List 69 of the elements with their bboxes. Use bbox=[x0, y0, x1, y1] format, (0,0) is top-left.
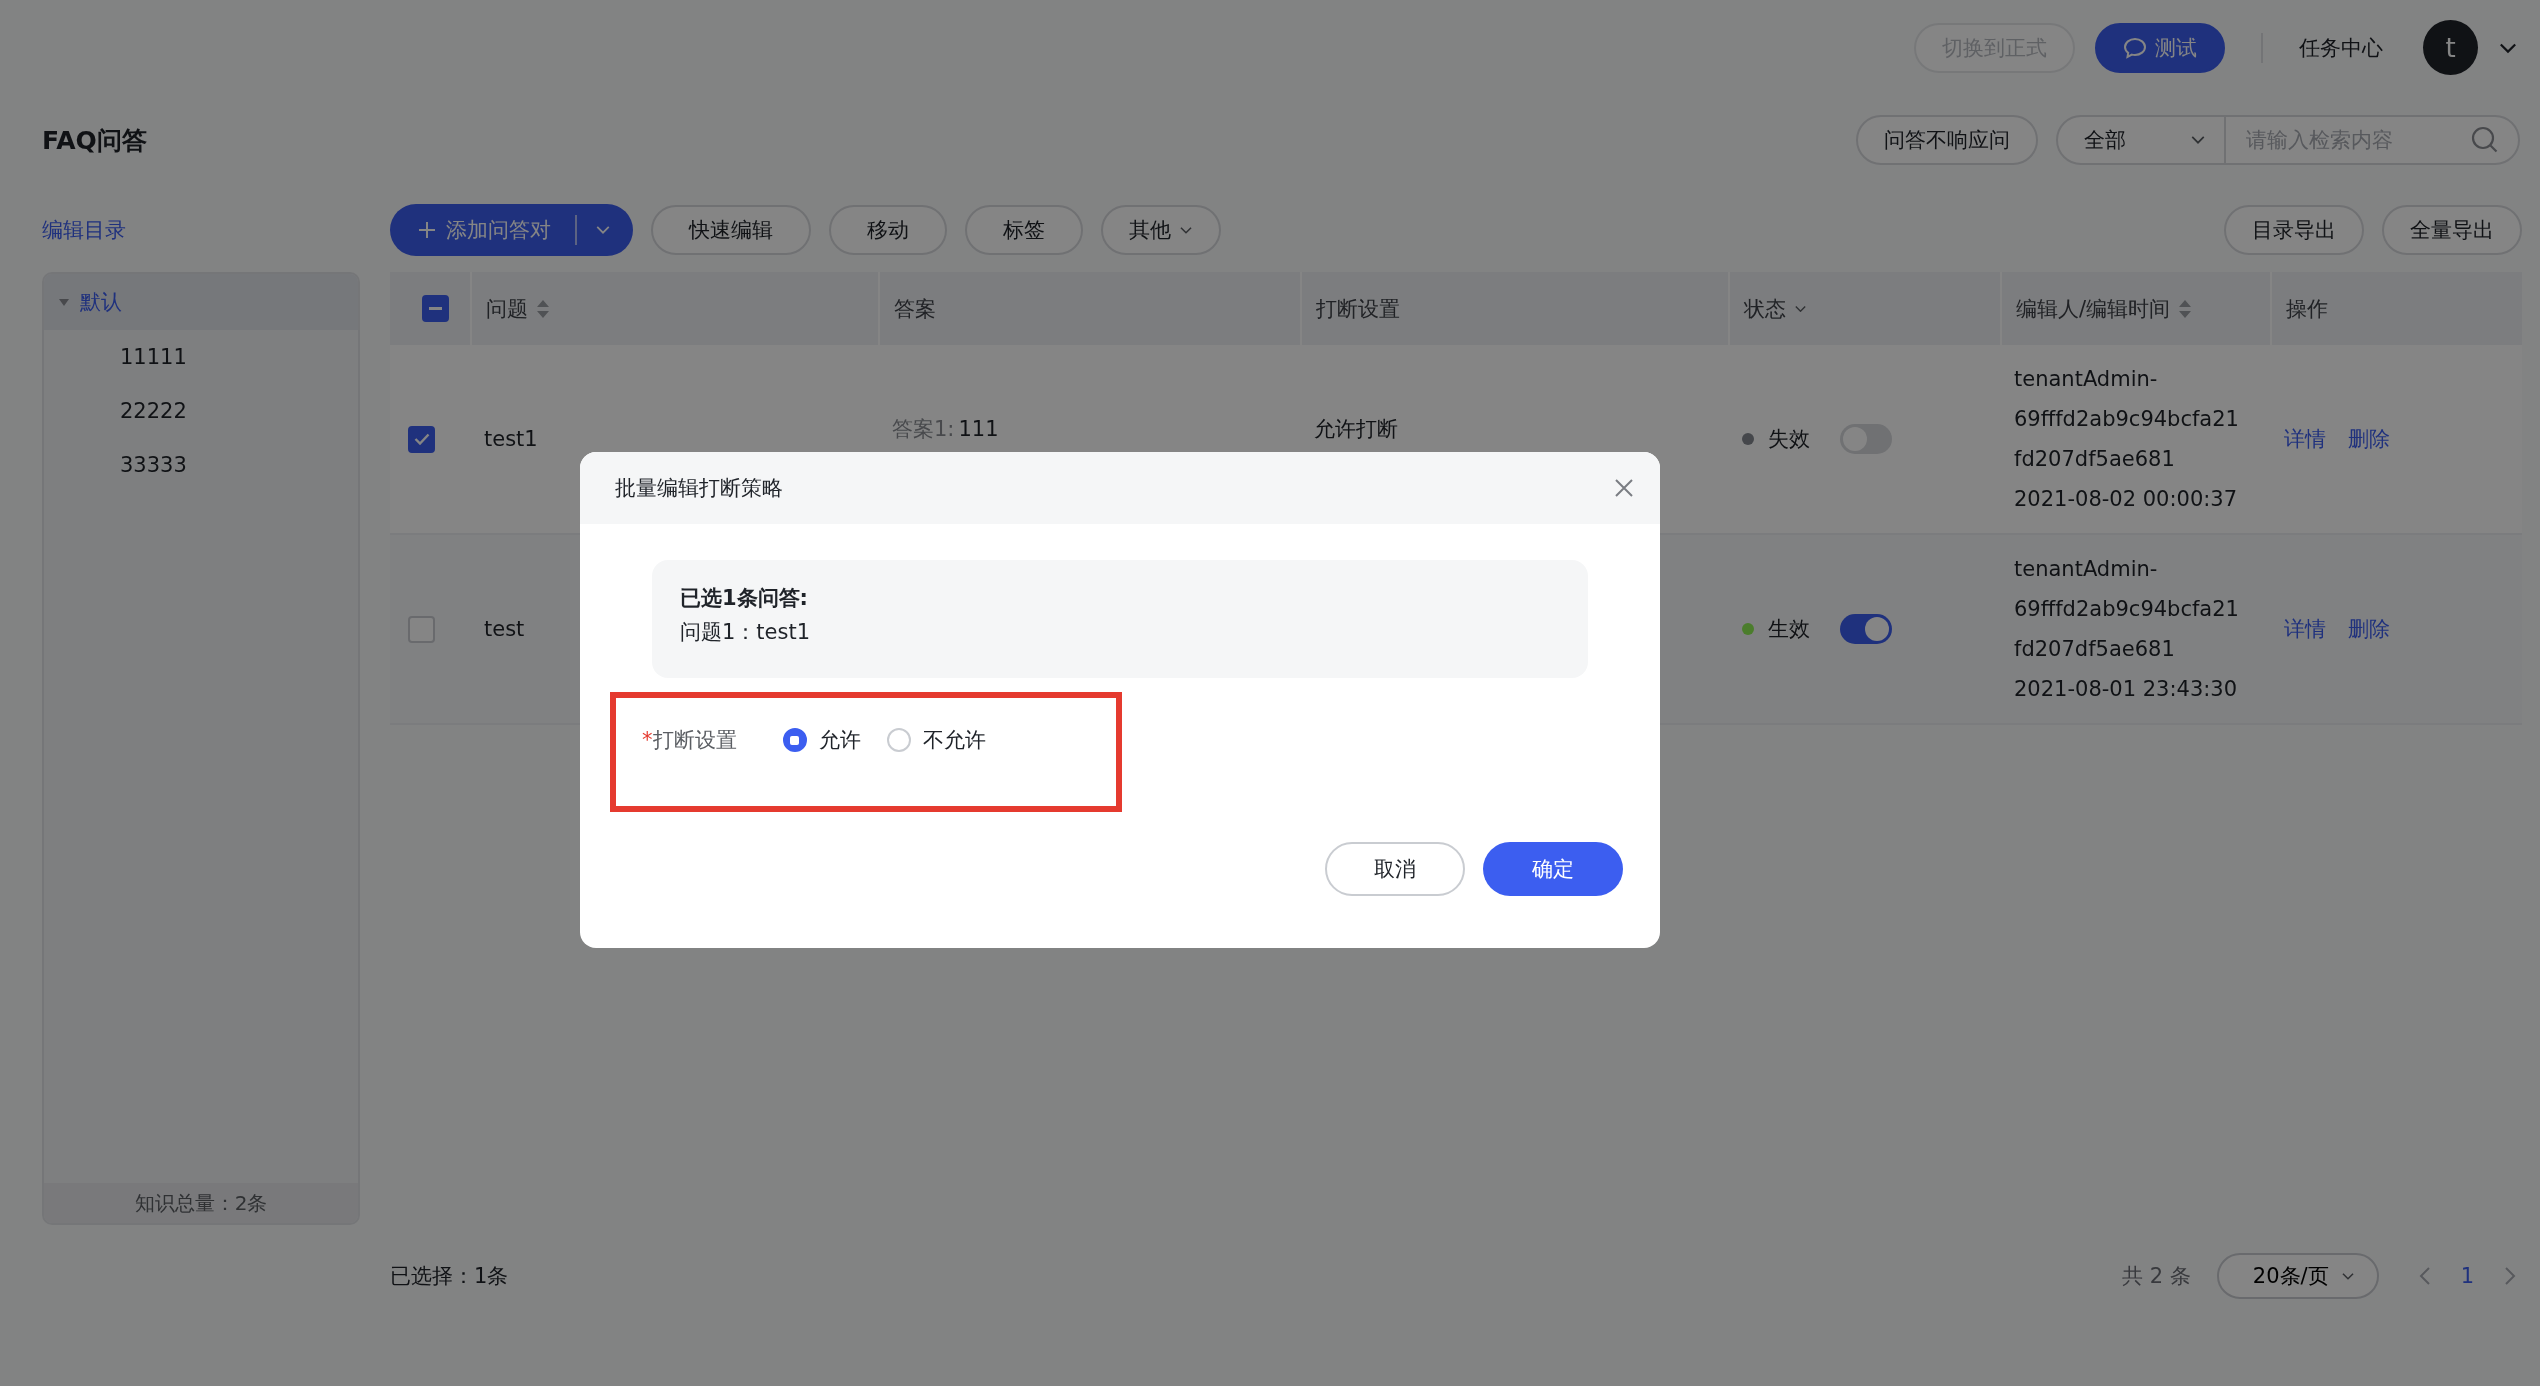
row-action-link[interactable]: 详情 bbox=[2284, 425, 2326, 453]
expand-caret-icon[interactable] bbox=[58, 296, 70, 308]
unresponsive-questions-button[interactable]: 问答不响应问 bbox=[1856, 115, 2038, 165]
page-size-select[interactable]: 20条/页 bbox=[2216, 1253, 2379, 1299]
tree-item[interactable]: 默认 bbox=[44, 274, 358, 330]
row-action-link[interactable]: 删除 bbox=[2348, 425, 2390, 453]
test-button[interactable]: 测试 bbox=[2095, 22, 2225, 73]
search-icon[interactable] bbox=[2470, 125, 2500, 155]
selected-count: 已选择：1条 bbox=[390, 1263, 509, 1290]
row-checkbox[interactable] bbox=[408, 425, 435, 453]
total-count: 共 2 条 bbox=[2122, 1263, 2191, 1290]
chevron-down-icon bbox=[1179, 225, 1193, 235]
sort-icon[interactable] bbox=[536, 298, 550, 319]
column-header: 操作 bbox=[2286, 295, 2328, 323]
close-icon[interactable] bbox=[1614, 478, 1634, 498]
row-action-link[interactable]: 删除 bbox=[2348, 615, 2390, 643]
status-toggle[interactable] bbox=[1840, 614, 1892, 644]
export-button[interactable]: 全量导出 bbox=[2382, 205, 2522, 255]
more-dropdown-button[interactable]: 其他 bbox=[1101, 205, 1221, 255]
editor-time-cell-text: tenantAdmin- 69fffd2ab9c94bcfa21 fd207df5ae681 2021-08-01 23:43:30 bbox=[2013, 556, 2240, 703]
add-qa-split-button[interactable]: 添加问答对 bbox=[390, 204, 633, 256]
radio-option[interactable]: 允许 bbox=[782, 726, 861, 754]
dialog-title: 批量编辑打断策略 bbox=[615, 475, 783, 502]
editor-time-cell-text: tenantAdmin- 69fffd2ab9c94bcfa21 fd207df5ae681 2021-08-02 00:00:37 bbox=[2013, 366, 2240, 513]
row-action-link[interactable]: 详情 bbox=[2284, 615, 2326, 643]
confirm-button[interactable]: 确定 bbox=[1483, 842, 1623, 896]
cancel-button[interactable]: 取消 bbox=[1325, 842, 1465, 896]
edit-directory-link[interactable]: 编辑目录 bbox=[42, 205, 126, 255]
sort-icon[interactable] bbox=[2178, 298, 2193, 319]
page-number[interactable]: 1 bbox=[2454, 1263, 2480, 1289]
user-avatar[interactable]: t bbox=[2423, 20, 2478, 75]
toolbar-button[interactable]: 标签 bbox=[965, 205, 1083, 255]
summary-title: 已选1条问答: bbox=[680, 585, 808, 612]
filter-dropdown-icon bbox=[1794, 304, 1807, 313]
scope-select[interactable]: 全部 bbox=[2058, 117, 2226, 163]
chevron-down-icon bbox=[2340, 1271, 2355, 1281]
question-cell: test bbox=[484, 617, 525, 641]
status-text: 生效 bbox=[1768, 616, 1810, 643]
next-page-icon[interactable] bbox=[2504, 1266, 2516, 1286]
toolbar-button[interactable]: 快速编辑 bbox=[651, 205, 811, 255]
tree-item[interactable]: 22222 bbox=[44, 384, 358, 438]
previous-page-icon[interactable] bbox=[2418, 1266, 2431, 1286]
interrupt-setting-cell-text: 允许打断 bbox=[1314, 416, 1398, 443]
tree-item[interactable]: 33333 bbox=[44, 438, 358, 492]
plus-icon bbox=[418, 221, 436, 239]
minus-icon bbox=[429, 307, 442, 310]
export-button[interactable]: 目录导出 bbox=[2224, 205, 2364, 255]
page-title: FAQ问答 bbox=[42, 124, 147, 157]
field-label: *打断设置 bbox=[642, 727, 737, 754]
column-header: 答案 bbox=[894, 295, 936, 323]
knowledge-total: 知识总量：2条 bbox=[44, 1183, 358, 1223]
task-center-link[interactable]: 任务中心 bbox=[2299, 33, 2383, 62]
dropdown-chevron-icon bbox=[595, 225, 611, 235]
column-header: 编辑人/编辑时间 bbox=[2016, 295, 2171, 323]
radio-option[interactable]: 不允许 bbox=[886, 726, 986, 754]
chevron-down-icon bbox=[2190, 135, 2206, 145]
column-header: 问题 bbox=[486, 295, 528, 323]
account-menu-chevron-icon bbox=[2498, 41, 2518, 54]
column-header: 打断设置 bbox=[1316, 295, 1400, 323]
tree-item[interactable]: 11111 bbox=[44, 330, 358, 384]
chat-bubble-icon bbox=[2123, 36, 2147, 59]
toolbar-button[interactable]: 移动 bbox=[829, 205, 947, 255]
question-cell: test1 bbox=[484, 427, 538, 451]
answer-cell-text: 答案1: 111 bbox=[892, 416, 999, 443]
checkmark-icon bbox=[413, 433, 430, 445]
status-text: 失效 bbox=[1768, 426, 1810, 453]
select-all-checkbox[interactable] bbox=[422, 295, 449, 322]
summary-item: 问题1：test1 bbox=[680, 619, 811, 646]
column-header: 状态 bbox=[1744, 295, 1786, 323]
